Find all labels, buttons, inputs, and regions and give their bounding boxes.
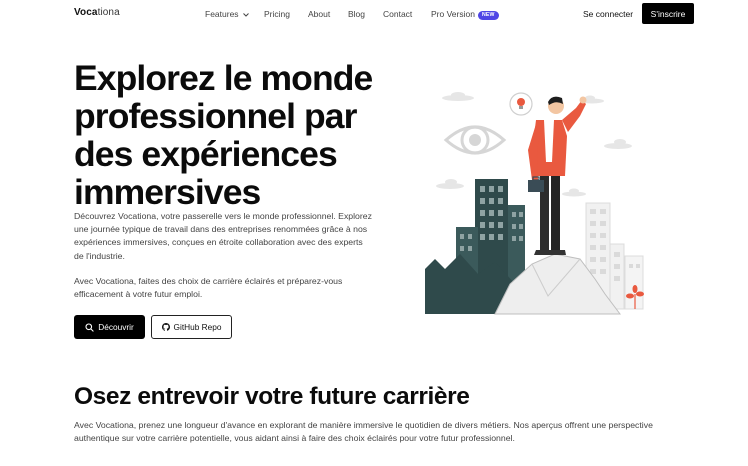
nav-features-label: Features xyxy=(205,9,239,19)
github-icon xyxy=(161,323,170,331)
top-navbar: Vocationa Features Pricing About Blog Co… xyxy=(0,0,748,27)
signup-button[interactable]: S'inscrire xyxy=(642,3,694,24)
github-repo-button[interactable]: GitHub Repo xyxy=(151,315,232,339)
brand-rest: tiona xyxy=(97,7,120,18)
cloud-icon xyxy=(562,188,586,197)
person-figure xyxy=(528,96,587,255)
discover-button[interactable]: Découvrir xyxy=(74,315,145,339)
brand-logo[interactable]: Vocationa xyxy=(74,7,120,18)
hero-paragraph-1: Découvrez Vocationa, votre passerelle ve… xyxy=(74,211,372,261)
nav-pro-version[interactable]: Pro Version NEW xyxy=(431,9,499,20)
nav-about[interactable]: About xyxy=(308,9,330,19)
nav-contact[interactable]: Contact xyxy=(383,9,412,19)
cloud-icon xyxy=(442,92,474,101)
brand-bold: Voca xyxy=(74,7,98,18)
nav-blog[interactable]: Blog xyxy=(348,9,365,19)
hero-paragraph-2: Avec Vocationa, faites des choix de carr… xyxy=(74,276,343,300)
section-paragraph: Avec Vocationa, prenez une longueur d'av… xyxy=(74,420,653,444)
chevron-down-icon xyxy=(243,12,249,17)
nav-pricing[interactable]: Pricing xyxy=(264,9,290,19)
nav-features[interactable]: Features xyxy=(205,9,249,19)
cloud-icon xyxy=(604,139,632,149)
discover-button-label: Découvrir xyxy=(98,322,134,332)
lightbulb-icon xyxy=(509,92,533,116)
hero-title: Explorez le monde professionnel par des … xyxy=(74,58,373,212)
new-badge: NEW xyxy=(477,10,499,20)
cloud-icon xyxy=(436,179,464,189)
github-repo-button-label: GitHub Repo xyxy=(173,322,222,332)
eye-icon xyxy=(443,125,507,155)
nav-pro-version-label: Pro Version xyxy=(431,9,475,19)
career-explorer-illustration xyxy=(425,92,644,315)
search-icon xyxy=(85,322,94,332)
login-link[interactable]: Se connecter xyxy=(583,9,633,19)
section-title: Osez entrevoir votre future carrière xyxy=(74,383,470,410)
